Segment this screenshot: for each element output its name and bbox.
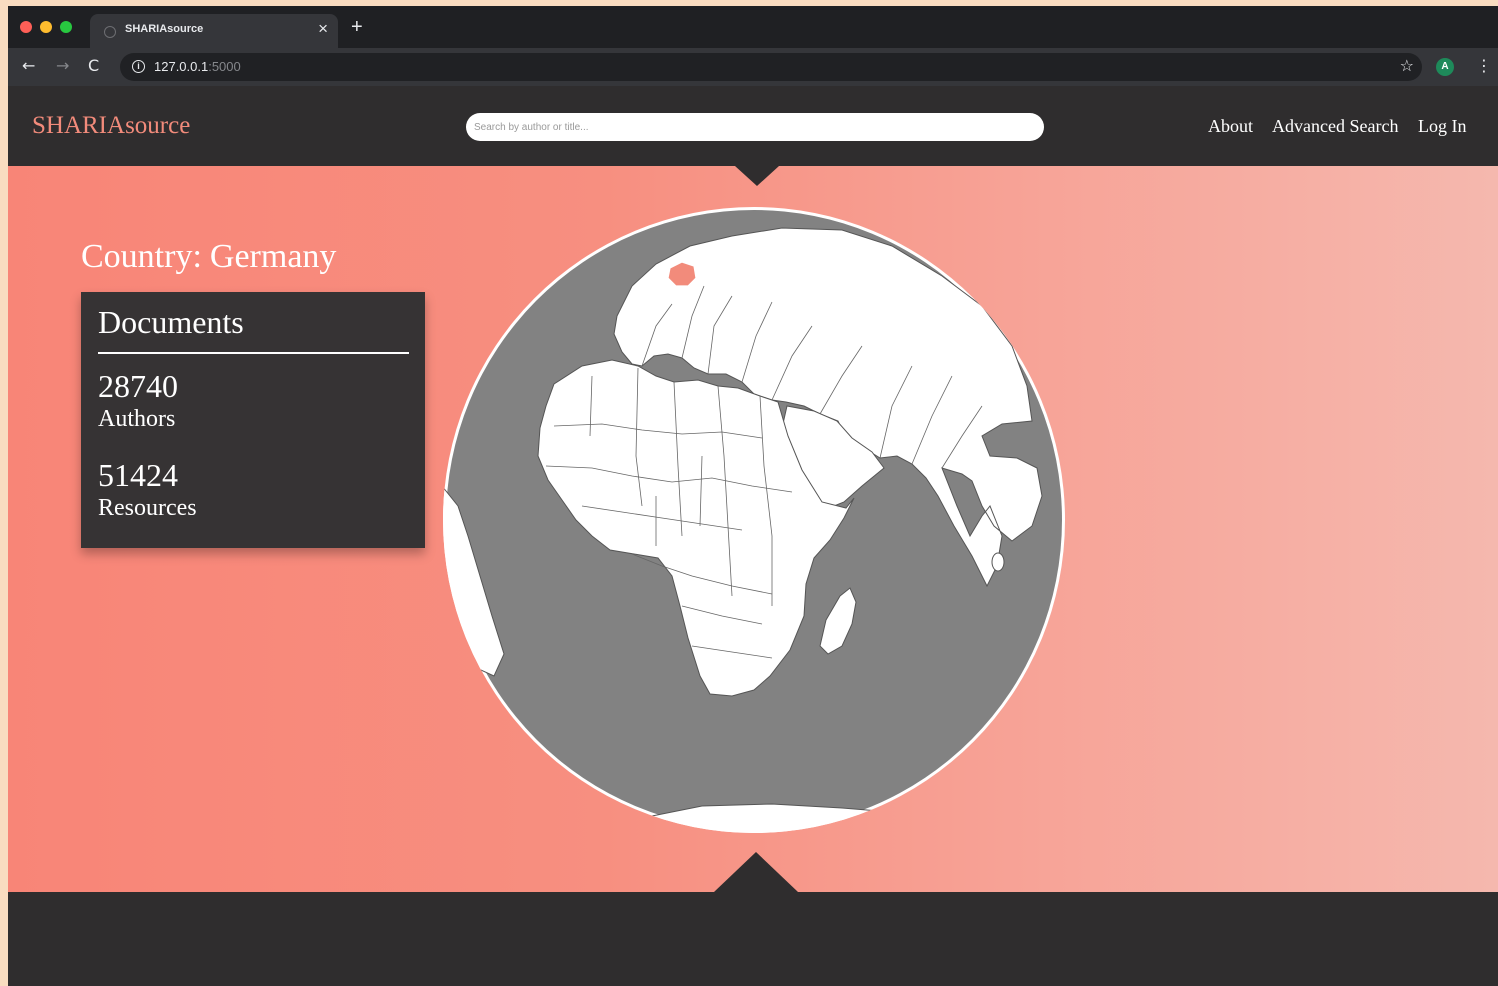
country-value: Germany bbox=[209, 238, 337, 275]
island-landmass[interactable] bbox=[991, 552, 1005, 572]
hero-section: Country: Germany Documents 28740 Authors … bbox=[8, 166, 1498, 892]
stats-heading: Documents bbox=[98, 304, 244, 340]
browser-menu-icon[interactable]: ⋮ bbox=[1476, 57, 1492, 75]
site-logo[interactable]: SHARIAsource bbox=[32, 112, 190, 140]
tab-bar: SHARIAsource × + bbox=[8, 6, 1498, 48]
stats-divider bbox=[98, 352, 409, 354]
favicon-icon bbox=[104, 26, 116, 38]
country-heading: Country: Germany bbox=[81, 238, 336, 276]
tab-title: SHARIAsource bbox=[125, 23, 204, 35]
search-input[interactable] bbox=[466, 113, 1044, 141]
forward-arrow-icon[interactable]: → bbox=[56, 56, 69, 76]
nav-login-link[interactable]: Log In bbox=[1418, 116, 1467, 137]
address-bar[interactable]: i 127.0.0.1:5000 ☆ bbox=[120, 53, 1422, 81]
browser-tab[interactable]: SHARIAsource × bbox=[90, 14, 338, 48]
close-window-button[interactable] bbox=[20, 21, 32, 33]
world-globe-map[interactable] bbox=[442, 206, 1066, 834]
resources-label: Resources bbox=[98, 495, 197, 521]
tab-close-icon[interactable]: × bbox=[318, 20, 328, 38]
nav-about-link[interactable]: About bbox=[1208, 116, 1253, 137]
browser-toolbar: ← → C i 127.0.0.1:5000 ☆ A ⋮ bbox=[8, 48, 1498, 86]
browser-window: SHARIAsource × + ← → C i 127.0.0.1:5000 … bbox=[8, 6, 1498, 986]
footer-notch bbox=[714, 852, 798, 892]
bookmark-star-icon[interactable]: ☆ bbox=[1400, 56, 1414, 75]
authors-label: Authors bbox=[98, 406, 176, 432]
country-label: Country: bbox=[81, 238, 202, 275]
nav-advanced-search-link[interactable]: Advanced Search bbox=[1272, 116, 1398, 137]
url-text[interactable]: 127.0.0.1:5000 bbox=[154, 59, 241, 74]
resources-count: 51424 bbox=[98, 457, 178, 493]
maximize-window-button[interactable] bbox=[60, 21, 72, 33]
extension-icon[interactable]: A bbox=[1436, 58, 1454, 76]
header-notch bbox=[735, 166, 779, 186]
reload-icon[interactable]: C bbox=[88, 56, 99, 76]
minimize-window-button[interactable] bbox=[40, 21, 52, 33]
authors-count: 28740 bbox=[98, 368, 178, 404]
new-tab-icon[interactable]: + bbox=[351, 16, 363, 38]
site-header: SHARIAsource About Advanced Search Log I… bbox=[8, 86, 1498, 166]
url-host: 127.0.0.1 bbox=[154, 59, 209, 74]
site-info-icon[interactable]: i bbox=[132, 60, 145, 73]
stats-panel: Documents 28740 Authors 51424 Resources bbox=[81, 292, 425, 548]
footer-band bbox=[8, 892, 1498, 986]
url-port: :5000 bbox=[208, 59, 241, 74]
back-arrow-icon[interactable]: ← bbox=[22, 56, 35, 76]
